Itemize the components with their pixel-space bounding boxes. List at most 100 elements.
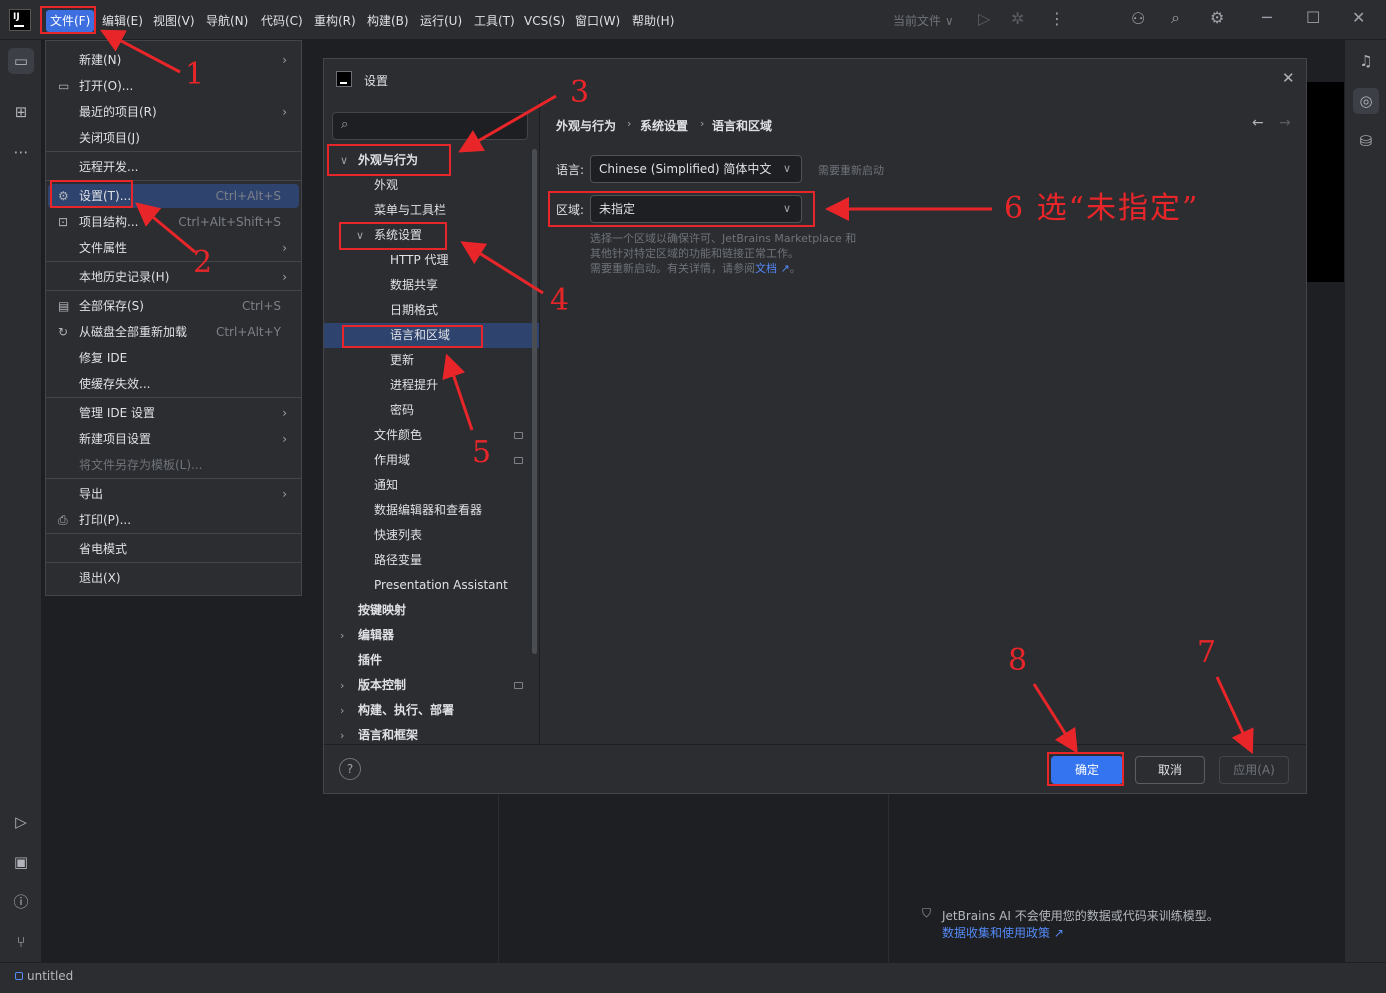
ai-assistant-icon[interactable]: ◎ (1353, 88, 1379, 114)
settings-tree-item[interactable]: 菜单与工具栏 (374, 198, 446, 223)
project-icon (15, 972, 23, 980)
chevron-right-icon: › (282, 105, 287, 119)
file-menu-item[interactable]: 管理 IDE 设置 › (48, 401, 299, 425)
breadcrumb-item[interactable]: 外观与行为 (556, 117, 616, 134)
file-menu-item[interactable]: 最近的项目(R) › (48, 100, 299, 124)
debug-icon[interactable]: ✲ (1011, 9, 1024, 28)
settings-tree-item[interactable]: 版本控制 (358, 673, 406, 698)
settings-tree-item[interactable]: 数据共享 (390, 273, 438, 298)
ide-settings-icon[interactable]: ⚙ (1210, 8, 1224, 27)
database-icon[interactable]: ⛁ (1353, 128, 1379, 154)
close-window-icon[interactable]: ✕ (1352, 8, 1365, 27)
file-menu-item[interactable]: 将文件另存为模板(L)... (48, 453, 299, 477)
menu-item[interactable]: 构建(B) (363, 10, 413, 32)
settings-tree-item[interactable]: 路径变量 (374, 548, 422, 573)
forward-arrow-icon[interactable]: → (1279, 115, 1291, 131)
menu-item[interactable]: 工具(T) (470, 10, 519, 32)
menu-item[interactable]: 代码(C) (257, 10, 307, 32)
settings-tree-item[interactable]: 更新 (390, 348, 414, 373)
settings-tree-item[interactable]: HTTP 代理 (390, 248, 449, 273)
settings-tree-item[interactable]: 日期格式 (390, 298, 438, 323)
menu-item[interactable]: 导航(N) (202, 10, 252, 32)
settings-tree-item[interactable]: Presentation Assistant (374, 573, 508, 598)
menu-item[interactable]: 运行(U) (416, 10, 466, 32)
file-menu-item[interactable]: 修复 IDE (48, 346, 299, 370)
structure-icon[interactable]: ⊞ (8, 99, 34, 125)
apply-button[interactable]: 应用(A) (1219, 756, 1289, 784)
run-tool-icon[interactable]: ▷ (8, 809, 34, 835)
menu-item[interactable]: 编辑(E) (98, 10, 147, 32)
annotation-number: 5 (472, 435, 492, 470)
settings-tree-item[interactable]: 按键映射 (358, 598, 406, 623)
maximize-icon[interactable]: ☐ (1306, 8, 1320, 27)
file-menu-item[interactable]: 新建项目设置 › (48, 427, 299, 451)
more-actions-icon[interactable]: ⋮ (1049, 9, 1065, 28)
help-button[interactable]: ? (339, 758, 361, 780)
terminal-icon[interactable]: ▣ (8, 849, 34, 875)
file-menu-item[interactable]: 使缓存失效... (48, 372, 299, 396)
settings-tree-item[interactable]: 作用域 (374, 448, 410, 473)
chevron-right-icon[interactable]: › (340, 629, 344, 642)
breadcrumb-item[interactable]: 系统设置 (640, 117, 688, 134)
settings-tree-item[interactable]: 编辑器 (358, 623, 394, 648)
file-menu-item[interactable]: 新建(N) › (48, 48, 299, 72)
tree-scrollbar[interactable] (532, 149, 537, 654)
menu-item[interactable]: 帮助(H) (628, 10, 678, 32)
file-menu-item[interactable]: 文件属性 › (48, 236, 299, 260)
status-bar: untitled (0, 962, 1386, 993)
docs-link[interactable]: 文档 ↗ (755, 262, 790, 275)
file-menu-item-label: 最近的项目(R) (79, 105, 157, 119)
file-menu-item[interactable]: 退出(X) (48, 566, 299, 590)
file-menu-item[interactable]: ⊡ 项目结构... Ctrl+Alt+Shift+S (48, 210, 299, 234)
menu-item[interactable]: 视图(V) (149, 10, 199, 32)
cancel-button[interactable]: 取消 (1135, 756, 1205, 784)
settings-tree-item[interactable]: 外观 (374, 173, 398, 198)
notifications-bell-icon[interactable]: ♫ (1353, 48, 1379, 74)
close-dialog-icon[interactable]: ✕ (1282, 69, 1295, 87)
settings-tree-item[interactable]: 通知 (374, 473, 398, 498)
settings-tree-item[interactable]: 快速列表 (374, 523, 422, 548)
project-name[interactable]: untitled (27, 969, 73, 983)
project-folder-icon[interactable]: ▭ (8, 48, 34, 74)
minimize-icon[interactable]: ─ (1262, 8, 1272, 27)
language-select[interactable]: Chinese (Simplified) 简体中文 ∨ (590, 155, 802, 183)
file-menu-item[interactable]: 导出 › (48, 482, 299, 506)
file-menu-item-label: 全部保存(S) (79, 299, 144, 313)
git-icon[interactable]: ⑂ (8, 929, 34, 955)
file-menu-item[interactable]: 本地历史记录(H) › (48, 265, 299, 289)
file-menu-item[interactable]: 关闭项目(J) (48, 126, 299, 150)
current-file-dropdown[interactable]: 当前文件 ∨ (893, 12, 954, 29)
file-menu-item[interactable]: ▭ 打开(O)... (48, 74, 299, 98)
panel-divider[interactable] (539, 99, 540, 744)
more-tools-icon[interactable]: ⋯ (8, 139, 34, 165)
settings-tree-item[interactable]: 语言和框架 (358, 723, 418, 748)
settings-tree-item[interactable]: 插件 (358, 648, 382, 673)
settings-tree-item[interactable]: 构建、执行、部署 (358, 698, 454, 723)
chevron-right-icon: › (282, 406, 287, 420)
file-menu-item[interactable]: 远程开发... (48, 155, 299, 179)
file-menu-item[interactable]: ↻ 从磁盘全部重新加载 Ctrl+Alt+Y (48, 320, 299, 344)
menu-item[interactable]: 重构(R) (310, 10, 360, 32)
chevron-right-icon[interactable]: › (340, 704, 344, 717)
file-menu-item[interactable]: 省电模式 (48, 537, 299, 561)
settings-tree-item[interactable]: 文件颜色 (374, 423, 422, 448)
menu-item[interactable]: VCS(S) (520, 10, 569, 32)
file-menu-item[interactable]: ⎙ 打印(P)... (48, 508, 299, 532)
menu-item[interactable]: 窗口(W) (571, 10, 624, 32)
intellij-logo-icon[interactable] (9, 9, 31, 31)
add-user-icon[interactable]: ⚇ (1131, 9, 1145, 28)
annotation-box-appearance (327, 144, 451, 176)
search-everywhere-icon[interactable]: ⌕ (1171, 8, 1180, 28)
settings-tree-item[interactable]: 进程提升 (390, 373, 438, 398)
run-icon[interactable]: ▷ (978, 9, 990, 28)
chevron-right-icon[interactable]: › (340, 679, 344, 692)
back-arrow-icon[interactable]: ← (1252, 115, 1264, 131)
data-policy-link[interactable]: 数据收集和使用政策 ↗ (942, 924, 1064, 941)
settings-search-input[interactable]: ⌕ (332, 112, 528, 140)
file-menu-item[interactable]: ▤ 全部保存(S) Ctrl+S (48, 294, 299, 318)
chevron-right-icon[interactable]: › (340, 729, 344, 742)
settings-tree-item[interactable]: 密码 (390, 398, 414, 423)
problems-icon[interactable]: ⓘ (8, 889, 34, 915)
settings-tree-item[interactable]: 数据编辑器和查看器 (374, 498, 482, 523)
dialog-title-bar: 设置 ✕ (324, 59, 1306, 99)
